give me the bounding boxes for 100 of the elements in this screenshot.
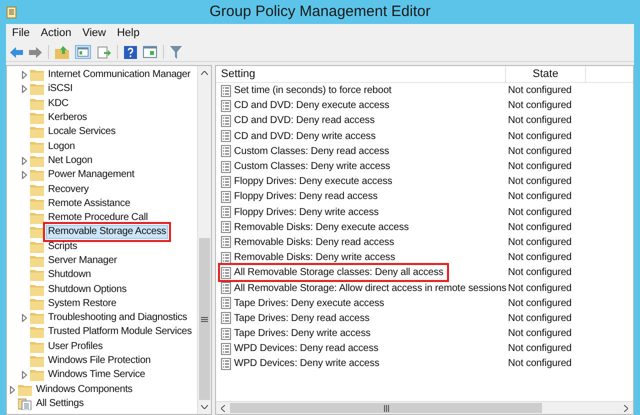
state-cell-text: Not configured <box>508 130 572 144</box>
setting-name[interactable]: CD and DVD: Deny execute access <box>234 98 390 114</box>
policy-icon <box>221 236 231 248</box>
vertical-scrollbar[interactable] <box>197 66 211 414</box>
tree-item[interactable]: User Profiles <box>46 340 105 354</box>
state-cell-text: Not configured <box>508 84 572 98</box>
setting-name[interactable]: Floppy Drives: Deny execute access <box>234 174 392 190</box>
console-pane-icon[interactable] <box>143 46 157 58</box>
policy-icon <box>221 114 231 127</box>
settings-list-icon <box>18 397 32 410</box>
horizontal-scrollbar[interactable] <box>216 401 633 414</box>
tree-item[interactable]: Removable Storage Access <box>46 225 168 240</box>
tree-item[interactable]: All Settings <box>34 396 86 411</box>
tree-item[interactable]: Windows Components <box>34 382 134 397</box>
folder-icon <box>30 326 44 338</box>
policy-icon <box>221 145 231 158</box>
setting-name[interactable]: Floppy Drives: Deny read access <box>234 189 378 204</box>
folder-icon <box>30 298 44 310</box>
expand-icon[interactable] <box>10 386 15 394</box>
tree-item[interactable]: Recovery <box>46 182 91 197</box>
folder-icon <box>30 312 44 324</box>
menu-item[interactable]: Help <box>112 25 144 42</box>
tree-item[interactable]: Scripts <box>46 240 80 254</box>
menu-item[interactable]: View <box>78 25 110 42</box>
expand-icon[interactable] <box>22 71 27 80</box>
policy-icon <box>221 221 231 234</box>
folder-icon <box>30 140 44 153</box>
tree-item[interactable]: Remote Assistance <box>46 196 132 211</box>
scroll-right-icon[interactable] <box>624 404 628 412</box>
state-cell-text: Not configured <box>508 266 572 280</box>
policy-icon <box>221 328 231 340</box>
state-cell-text: Not configured <box>508 312 572 326</box>
scroll-down-icon[interactable] <box>201 405 208 409</box>
filter-icon[interactable] <box>170 46 182 58</box>
menu-item[interactable]: File <box>8 25 34 42</box>
policy-icon <box>221 190 231 203</box>
setting-name[interactable]: Tape Drives: Deny read access <box>234 310 370 326</box>
state-cell-text: Not configured <box>508 327 572 342</box>
folder-up-icon[interactable] <box>55 46 69 58</box>
expand-icon[interactable] <box>22 314 27 322</box>
state-cell-text: Not configured <box>508 357 572 372</box>
setting-name[interactable]: Removable Disks: Deny write access <box>234 250 396 266</box>
setting-name[interactable]: WPD Devices: Deny write access <box>234 356 380 372</box>
tree-item[interactable]: System Restore <box>46 296 118 311</box>
tree-item[interactable]: Kerberos <box>46 111 89 126</box>
setting-name[interactable]: Set time (in seconds) to force reboot <box>234 83 392 98</box>
setting-name[interactable]: All Removable Storage classes: Deny all access <box>234 265 444 280</box>
column-header[interactable]: Setting <box>216 66 506 82</box>
forward-icon[interactable] <box>29 46 42 58</box>
setting-name[interactable]: CD and DVD: Deny write access <box>234 128 376 144</box>
state-cell-text: Not configured <box>508 144 572 159</box>
state-cell-text: Not configured <box>508 236 572 250</box>
setting-name[interactable]: Floppy Drives: Deny write access <box>234 204 379 220</box>
state-cell-text: Not configured <box>508 296 572 311</box>
menu-item[interactable]: Action <box>36 25 76 42</box>
column-header[interactable]: State <box>506 66 586 82</box>
state-cell-text: Not configured <box>508 99 572 114</box>
grip-icon <box>384 404 388 412</box>
tree-item[interactable]: KDC <box>46 96 71 111</box>
state-cell-text: Not configured <box>508 114 572 128</box>
setting-name[interactable]: WPD Devices: Deny read access <box>234 341 378 356</box>
tree-item[interactable]: iSCSI <box>46 82 75 96</box>
expand-icon[interactable] <box>22 171 27 180</box>
export-icon[interactable] <box>97 46 111 58</box>
expand-icon[interactable] <box>22 85 27 94</box>
setting-name[interactable]: Removable Disks: Deny execute access <box>234 220 409 235</box>
state-cell-text: Not configured <box>508 220 572 235</box>
expand-icon[interactable] <box>22 371 27 380</box>
folder-icon <box>18 384 32 396</box>
console-tree-icon[interactable] <box>75 45 91 59</box>
setting-name[interactable]: CD and DVD: Deny read access <box>234 113 375 128</box>
tree-item[interactable]: Power Management <box>46 168 136 182</box>
back-icon[interactable] <box>10 46 23 58</box>
expand-icon[interactable] <box>22 156 27 165</box>
tree-item[interactable]: Windows File Protection <box>46 354 153 368</box>
scroll-left-icon[interactable] <box>221 404 225 412</box>
help-icon[interactable] <box>124 46 137 58</box>
tree-item[interactable]: Net Logon <box>46 154 94 168</box>
setting-name[interactable]: Custom Classes: Deny write access <box>234 159 390 174</box>
setting-name[interactable]: Removable Disks: Deny read access <box>234 234 394 250</box>
setting-name[interactable]: All Removable Storage: Allow direct access in remote sessions <box>234 280 506 296</box>
setting-name[interactable]: Tape Drives: Deny execute access <box>234 296 384 311</box>
tree-item[interactable]: Shutdown <box>46 268 93 282</box>
tree-item[interactable]: Internet Communication Manager <box>46 68 192 82</box>
tree-item[interactable]: Locale Services <box>46 125 118 140</box>
policy-icon <box>221 130 231 142</box>
setting-name[interactable]: Tape Drives: Deny write access <box>234 326 370 342</box>
scroll-up-icon[interactable] <box>201 71 208 75</box>
folder-icon <box>30 184 44 196</box>
tree-item[interactable]: Shutdown Options <box>46 282 129 297</box>
folder-icon <box>30 369 44 382</box>
tree-item[interactable]: Remote Procedure Call <box>46 211 150 226</box>
setting-name[interactable]: Custom Classes: Deny read access <box>234 144 390 159</box>
tree-item[interactable]: Windows Time Service <box>46 368 148 382</box>
folder-icon <box>30 169 44 182</box>
folder-icon <box>30 98 44 110</box>
tree-item[interactable]: Trusted Platform Module Services <box>46 325 194 340</box>
tree-item[interactable]: Server Manager <box>46 254 119 268</box>
tree-item[interactable]: Logon <box>46 140 77 154</box>
tree-item[interactable]: Troubleshooting and Diagnostics <box>46 311 190 326</box>
